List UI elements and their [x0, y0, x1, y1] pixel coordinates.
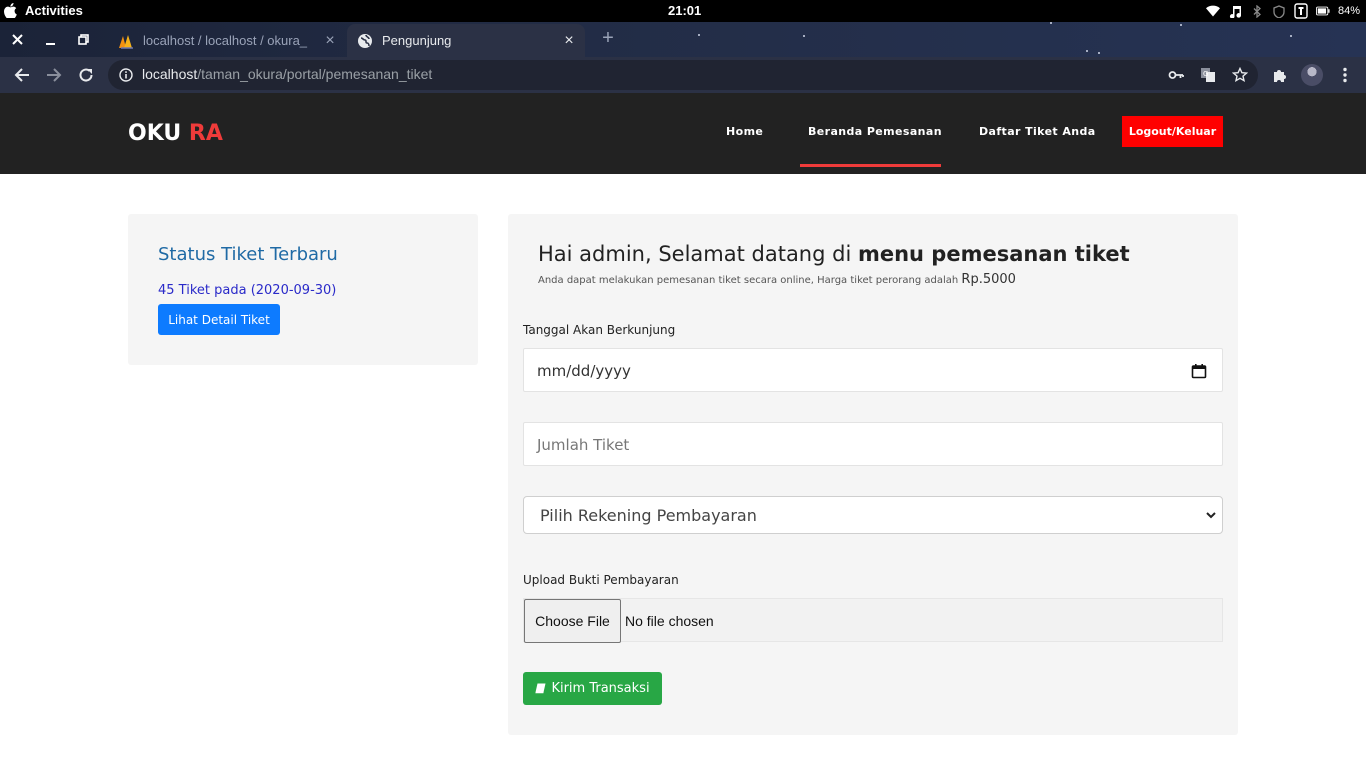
- new-tab-button[interactable]: +: [598, 28, 618, 48]
- booking-form-card: Hai admin, Selamat datang di menu pemesa…: [508, 214, 1238, 735]
- bookmark-star-icon[interactable]: [1232, 67, 1248, 83]
- window-restore-button[interactable]: [74, 30, 92, 48]
- translate-icon[interactable]: G: [1200, 67, 1216, 83]
- music-note-icon: [1228, 4, 1242, 18]
- key-icon[interactable]: [1168, 67, 1184, 83]
- page-title: Hai admin, Selamat datang di menu pemesa…: [538, 242, 1130, 266]
- phpmyadmin-favicon-icon: [119, 34, 133, 49]
- battery-icon: [1315, 4, 1330, 18]
- bluetooth-icon: [1250, 4, 1264, 18]
- profile-avatar[interactable]: [1301, 64, 1323, 86]
- ticket-quantity-input[interactable]: Jumlah Tiket: [523, 422, 1223, 466]
- payment-account-select[interactable]: Pilih Rekening Pembayaran: [523, 496, 1223, 534]
- system-top-bar: Activities 21:01 84%: [0, 0, 1366, 22]
- nav-home[interactable]: Home: [726, 125, 763, 138]
- privacy-shield-icon: [1272, 4, 1286, 18]
- site-logo[interactable]: OKU RA: [128, 121, 223, 146]
- ticket-price: Rp.5000: [961, 272, 1016, 287]
- subtitle: Anda dapat melakukan pemesanan tiket sec…: [538, 272, 1016, 287]
- file-status: No file chosen: [625, 613, 714, 629]
- upload-proof-label: Upload Bukti Pembayaran: [523, 573, 679, 587]
- tab-localhost-phpmyadmin[interactable]: localhost / localhost / okura_ ×: [108, 24, 346, 57]
- forward-button[interactable]: [44, 65, 64, 85]
- book-icon: [535, 683, 546, 694]
- reload-icon: [79, 68, 93, 82]
- back-button[interactable]: [12, 65, 32, 85]
- window-minimize-button[interactable]: [41, 30, 59, 48]
- tab-pengunjung[interactable]: Pengunjung ×: [347, 24, 585, 57]
- visit-date-input[interactable]: mm/dd/yyyy: [523, 348, 1223, 392]
- tab-close-icon[interactable]: ×: [322, 32, 338, 49]
- apple-icon: [4, 3, 17, 18]
- arrow-right-icon: [47, 68, 62, 82]
- view-ticket-detail-button[interactable]: Lihat Detail Tiket: [158, 304, 280, 335]
- svg-text:G: G: [1203, 70, 1208, 78]
- tab-close-icon[interactable]: ×: [561, 32, 577, 49]
- window-close-button[interactable]: [8, 30, 26, 48]
- reload-button[interactable]: [76, 65, 96, 85]
- date-placeholder: mm/dd/yyyy: [537, 362, 631, 380]
- notification-icon: [1294, 3, 1308, 19]
- extensions-button[interactable]: [1270, 65, 1290, 85]
- choose-file-button[interactable]: Choose File: [524, 599, 621, 643]
- status-card: Status Tiket Terbaru 45 Tiket pada (2020…: [128, 214, 478, 365]
- browser-menu-button[interactable]: [1335, 65, 1355, 85]
- tab-title: localhost / localhost / okura_: [143, 33, 308, 48]
- info-icon[interactable]: [119, 68, 133, 82]
- tab-title: Pengunjung: [382, 33, 452, 48]
- arrow-left-icon: [14, 68, 29, 82]
- battery-percent: 84%: [1337, 5, 1360, 17]
- puzzle-icon: [1274, 70, 1286, 82]
- activities-button[interactable]: Activities: [25, 3, 83, 18]
- heading-bold: menu pemesanan tiket: [857, 242, 1130, 266]
- visit-date-label: Tanggal Akan Berkunjung: [523, 323, 676, 337]
- wifi-icon: [1205, 4, 1220, 18]
- nav-daftar-tiket[interactable]: Daftar Tiket Anda: [979, 125, 1096, 138]
- clock[interactable]: 21:01: [668, 3, 701, 18]
- heading-prefix: Hai admin, Selamat datang di: [538, 242, 858, 266]
- globe-icon: [358, 33, 372, 48]
- close-icon: [11, 33, 23, 45]
- kebab-menu-icon: [1343, 67, 1347, 83]
- nav-beranda-pemesanan[interactable]: Beranda Pemesanan: [808, 125, 942, 138]
- status-card-title: Status Tiket Terbaru: [158, 244, 338, 265]
- site-header: OKU RA Home Beranda Pemesanan Daftar Tik…: [0, 93, 1366, 174]
- chevron-down-icon: [1206, 512, 1216, 519]
- submit-label: Kirim Transaksi: [551, 681, 650, 696]
- latest-ticket-info: 45 Tiket pada (2020-09-30): [158, 283, 337, 298]
- logo-part-1: OKU: [128, 121, 182, 146]
- active-nav-underline: [800, 164, 941, 167]
- minimize-icon: [45, 42, 55, 45]
- logout-button[interactable]: Logout/Keluar: [1122, 116, 1223, 147]
- system-tray[interactable]: 84%: [1205, 3, 1360, 19]
- browser-toolbar: localhost/taman_okura/portal/pemesanan_t…: [0, 57, 1366, 93]
- browser-tab-strip: localhost / localhost / okura_ × Pengunj…: [0, 22, 1366, 57]
- subtitle-text: Anda dapat melakukan pemesanan tiket sec…: [538, 275, 962, 286]
- quantity-placeholder: Jumlah Tiket: [537, 436, 630, 454]
- submit-transaction-button[interactable]: Kirim Transaksi: [523, 672, 662, 705]
- calendar-icon[interactable]: [1191, 363, 1207, 379]
- select-value: Pilih Rekening Pembayaran: [540, 506, 757, 525]
- address-bar[interactable]: localhost/taman_okura/portal/pemesanan_t…: [108, 60, 1258, 90]
- url-text: localhost/taman_okura/portal/pemesanan_t…: [142, 66, 432, 82]
- url-host: localhost: [142, 66, 198, 82]
- logo-part-2: RA: [188, 121, 223, 146]
- url-path: /taman_okura/portal/pemesanan_tiket: [197, 66, 433, 82]
- restore-icon: [77, 33, 89, 45]
- payment-proof-file-input[interactable]: Choose File No file chosen: [523, 598, 1223, 643]
